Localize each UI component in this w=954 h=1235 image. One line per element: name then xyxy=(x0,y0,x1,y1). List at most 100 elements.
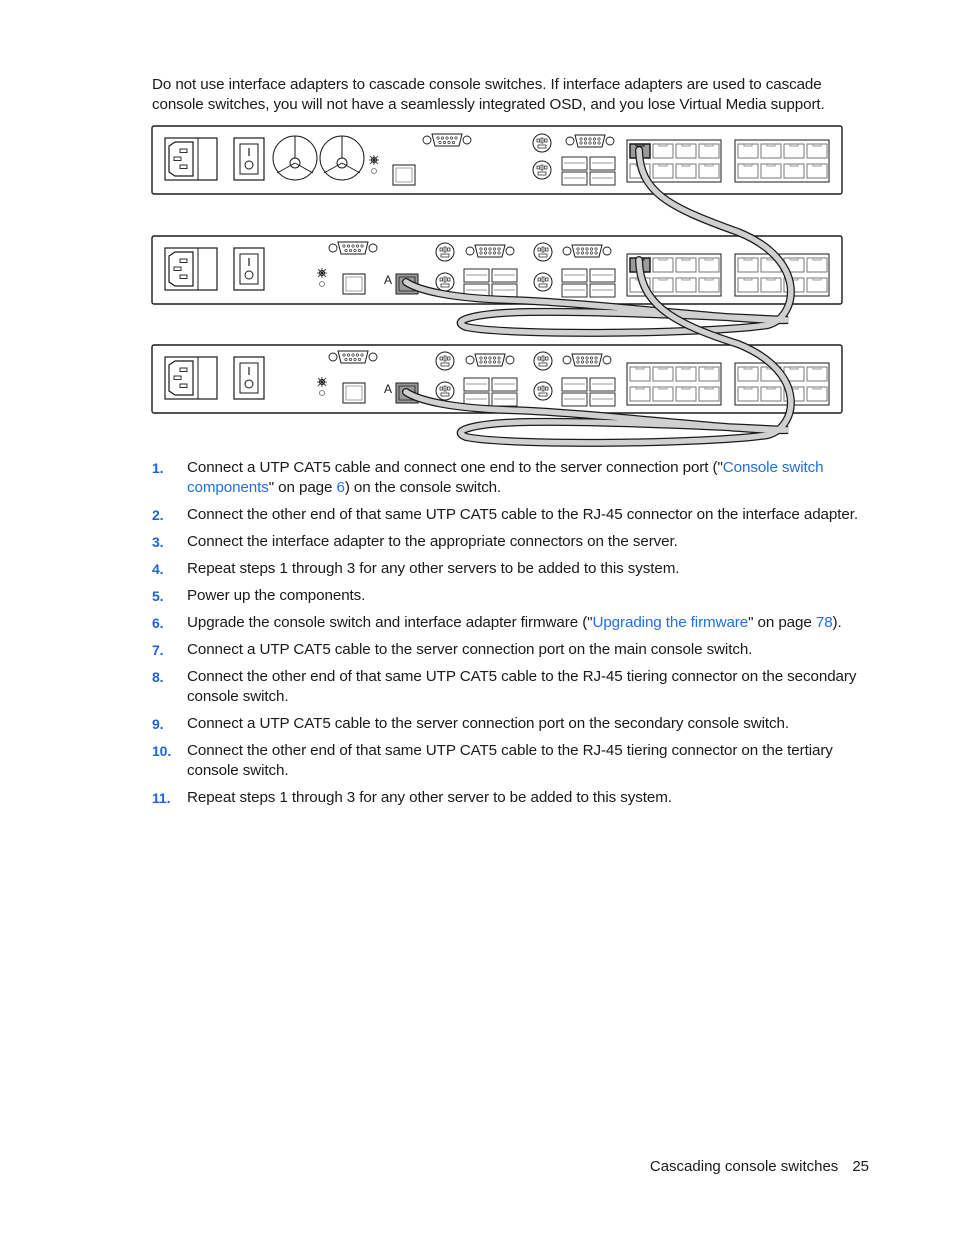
step-text-part: Upgrade the console switch and interface… xyxy=(187,614,593,631)
usb-port xyxy=(463,377,490,392)
usb-port xyxy=(463,268,490,283)
page-footer: Cascading console switches 25 xyxy=(650,1158,869,1175)
serial-screw xyxy=(462,135,472,145)
console-switch-main xyxy=(151,125,843,195)
step-text: Upgrade the console switch and interface… xyxy=(187,614,842,631)
vga-screw xyxy=(605,136,615,146)
intro-text: Do not use interface adapters to cascade… xyxy=(152,76,825,113)
step-2: 2. Connect the other end of that same UT… xyxy=(152,505,872,525)
step-text-part: ). xyxy=(832,614,842,631)
console-switch-tertiary: A xyxy=(151,344,843,414)
usb-port xyxy=(589,392,616,407)
vga-screw xyxy=(465,246,475,256)
usb-port xyxy=(561,377,588,392)
step-6: 6. Upgrade the console switch and interf… xyxy=(152,613,872,633)
step-5: 5. Power up the components. xyxy=(152,586,872,606)
vga-screw xyxy=(565,136,575,146)
step-4: 4. Repeat steps 1 through 3 for any othe… xyxy=(152,559,872,579)
vga-port xyxy=(474,353,506,367)
usb-port xyxy=(561,268,588,283)
cascade-diagram-svg: AA xyxy=(151,125,843,447)
step-text: Connect a UTP CAT5 cable to the server c… xyxy=(187,715,789,732)
step-number: 5. xyxy=(152,588,164,604)
step-text-part: " on page xyxy=(748,614,816,631)
console-switch-secondary: A xyxy=(151,235,843,305)
step-7: 7. Connect a UTP CAT5 cable to the serve… xyxy=(152,640,872,660)
step-text: Connect the other end of that same UTP C… xyxy=(187,668,857,705)
led-indicator xyxy=(319,281,325,287)
step-text-part: ) on the console switch. xyxy=(344,479,502,496)
usb-port xyxy=(561,392,588,407)
cascade-diagram: AA xyxy=(148,122,848,457)
steps-list: 1. Connect a UTP CAT5 cable and connect … xyxy=(152,458,872,815)
serial-port xyxy=(337,241,369,255)
tier-port-label: A xyxy=(384,273,392,287)
usb-port xyxy=(589,171,616,186)
led-rays xyxy=(369,155,379,165)
step-text-part: " on page xyxy=(268,479,337,496)
step-number: 8. xyxy=(152,669,164,685)
vga-port xyxy=(571,244,603,258)
step-text: Connect the other end of that same UTP C… xyxy=(187,506,858,523)
tier-port-label: A xyxy=(384,382,392,396)
footer-section-title: Cascading console switches xyxy=(649,1158,839,1175)
link-page-6[interactable]: 6 xyxy=(336,479,344,496)
step-3: 3. Connect the interface adapter to the … xyxy=(152,532,872,552)
step-1: 1. Connect a UTP CAT5 cable and connect … xyxy=(152,458,872,498)
usb-port xyxy=(491,283,518,298)
usb-port xyxy=(561,283,588,298)
serial-screw xyxy=(328,243,338,253)
step-number: 6. xyxy=(152,615,164,631)
step-number: 2. xyxy=(152,507,164,523)
step-number: 9. xyxy=(152,716,164,732)
vga-port xyxy=(571,353,603,367)
vga-screw xyxy=(465,355,475,365)
link-page-78[interactable]: 78 xyxy=(816,614,833,631)
serial-port xyxy=(431,133,463,147)
step-number: 10. xyxy=(152,743,172,759)
vga-screw xyxy=(602,355,612,365)
intro-paragraph: Do not use interface adapters to cascade… xyxy=(152,75,852,115)
usb-port xyxy=(491,377,518,392)
serial-screw xyxy=(328,352,338,362)
step-number: 4. xyxy=(152,561,164,577)
link-upgrading-the-firmware[interactable]: Upgrading the firmware xyxy=(592,614,748,631)
step-number: 1. xyxy=(152,460,164,476)
serial-port xyxy=(337,350,369,364)
step-11: 11. Repeat steps 1 through 3 for any oth… xyxy=(152,788,872,808)
usb-port xyxy=(589,377,616,392)
step-10: 10. Connect the other end of that same U… xyxy=(152,741,872,781)
step-text: Connect the interface adapter to the app… xyxy=(187,533,678,550)
led-indicator xyxy=(319,390,325,396)
vga-port xyxy=(574,134,606,148)
vga-port xyxy=(474,244,506,258)
led-rays xyxy=(317,268,327,278)
step-number: 3. xyxy=(152,534,164,550)
vga-screw xyxy=(505,355,515,365)
step-9: 9. Connect a UTP CAT5 cable to the serve… xyxy=(152,714,872,734)
step-text-part: Connect a UTP CAT5 cable and connect one… xyxy=(187,459,723,476)
usb-port xyxy=(589,268,616,283)
serial-screw xyxy=(422,135,432,145)
serial-screw xyxy=(368,352,378,362)
usb-port xyxy=(491,392,518,407)
vga-screw xyxy=(602,246,612,256)
step-text: Power up the components. xyxy=(187,587,366,604)
step-text: Connect the other end of that same UTP C… xyxy=(187,742,833,779)
vga-screw xyxy=(562,355,572,365)
vga-screw xyxy=(505,246,515,256)
step-text: Connect a UTP CAT5 cable to the server c… xyxy=(187,641,753,658)
led-indicator xyxy=(371,168,377,174)
step-text: Repeat steps 1 through 3 for any other s… xyxy=(187,560,680,577)
step-number: 7. xyxy=(152,642,164,658)
usb-port xyxy=(589,156,616,171)
step-text: Repeat steps 1 through 3 for any other s… xyxy=(187,789,672,806)
vga-screw xyxy=(562,246,572,256)
usb-port xyxy=(561,171,588,186)
usb-port xyxy=(491,268,518,283)
step-number: 11. xyxy=(152,790,171,806)
usb-port xyxy=(561,156,588,171)
step-8: 8. Connect the other end of that same UT… xyxy=(152,667,872,707)
led-rays xyxy=(317,377,327,387)
page-number: 25 xyxy=(852,1158,869,1175)
